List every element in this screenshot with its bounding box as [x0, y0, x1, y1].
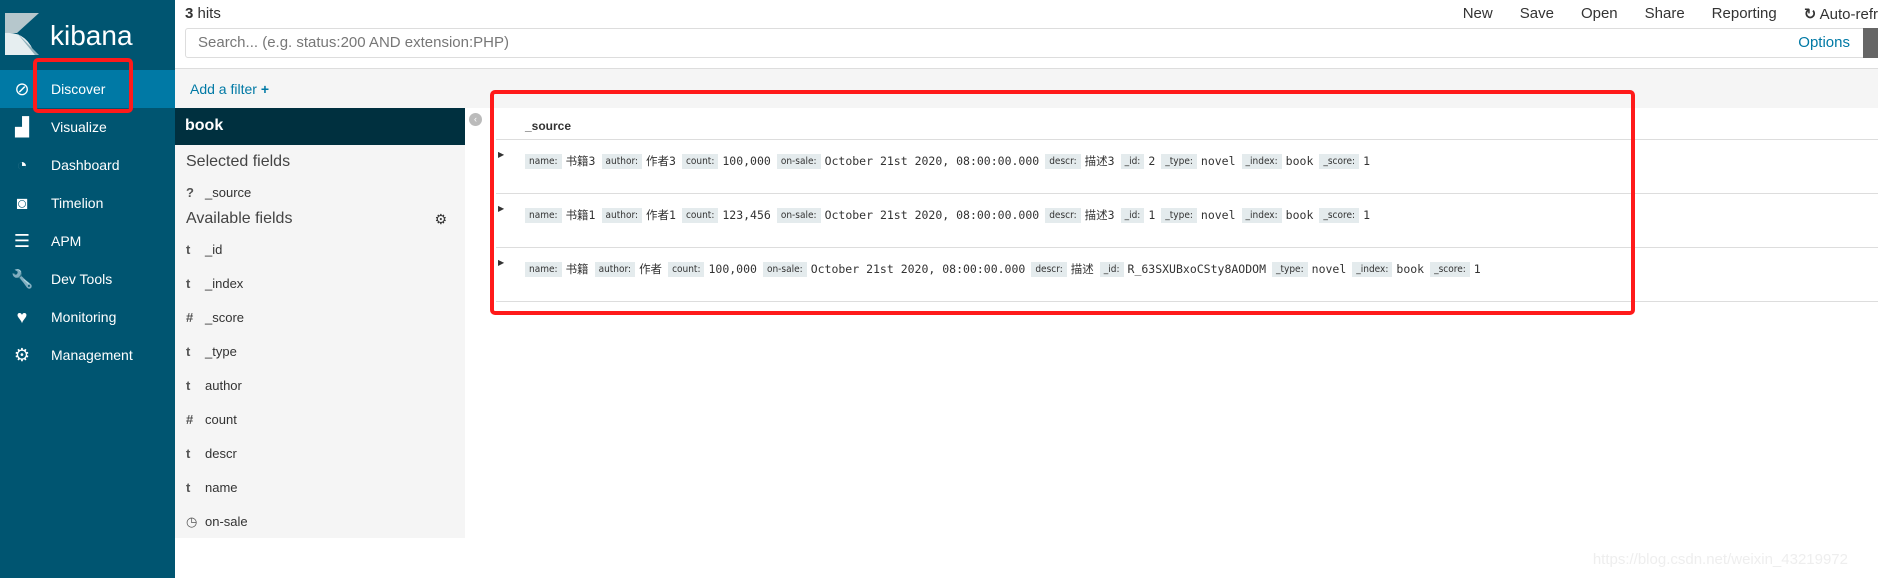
field-author[interactable]: t author	[186, 378, 242, 393]
field-name[interactable]: t name	[186, 480, 238, 495]
field-_type[interactable]: t _type	[186, 344, 237, 359]
field-name: on-sale	[205, 514, 248, 529]
field-name: _source	[205, 185, 252, 200]
field-on-sale[interactable]: ◷ on-sale	[186, 514, 248, 530]
sidebar-item-label: Visualize	[51, 119, 107, 135]
sidebar-item-dashboard[interactable]: ◔ Dashboard	[0, 146, 175, 184]
sidebar-item-visualize[interactable]: ▟ Visualize	[0, 108, 175, 146]
field-name: descr	[205, 446, 237, 461]
available-fields-title: Available fields	[186, 210, 293, 227]
sidebar-item-management[interactable]: ⚙ Management	[0, 336, 175, 374]
timelion-icon: ◙	[16, 192, 28, 213]
field-name: _score	[205, 310, 245, 325]
annotation-box	[490, 90, 1635, 315]
field-type-icon: ?	[186, 185, 194, 200]
field-name: _index	[205, 276, 244, 291]
sidebar-item-label: APM	[51, 233, 82, 249]
field-type-icon: t	[186, 480, 191, 495]
field-name: count	[205, 412, 237, 427]
field-name: _id	[205, 242, 223, 257]
field-_source[interactable]: ? _source	[186, 185, 251, 200]
menu-reporting[interactable]: Reporting	[1712, 5, 1777, 23]
gear-icon: ⚙	[13, 344, 31, 365]
sidebar-item-timelion[interactable]: ◙ Timelion	[0, 184, 175, 222]
field-type-icon: t	[186, 446, 191, 461]
top-menu: New Save Open Share Reporting ↻ Auto-refr	[1463, 5, 1878, 23]
field-count[interactable]: # count	[186, 412, 237, 427]
gear-icon[interactable]: ⚙	[434, 211, 447, 228]
add-filter-button[interactable]: Add a filter +	[190, 81, 269, 97]
heartbeat-icon: ♥	[16, 306, 28, 327]
options-button[interactable]: Options	[1798, 34, 1850, 51]
field-_index[interactable]: t _index	[186, 276, 243, 291]
sidebar-item-label: Dashboard	[51, 157, 120, 173]
sidebar-item-monitoring[interactable]: ♥ Monitoring	[0, 298, 175, 336]
plus-icon: +	[260, 81, 270, 97]
sidebar-item-label: Monitoring	[51, 309, 117, 325]
field-type-icon: t	[186, 378, 191, 393]
fields-panel: book Selected fields Available fields ⚙ …	[175, 108, 465, 538]
dashboard-icon: ◔	[16, 154, 28, 175]
search-input[interactable]: Search... (e.g. status:200 AND extension…	[185, 28, 1878, 58]
selected-fields-title: Selected fields	[186, 153, 291, 170]
field-name: _type	[205, 344, 237, 359]
wrench-icon: 🔧	[11, 268, 34, 289]
search-button[interactable]	[1863, 28, 1878, 58]
logo-text: kibana	[50, 20, 133, 51]
field-descr[interactable]: t descr	[186, 446, 237, 461]
bar-chart-icon: ▟	[15, 116, 29, 137]
menu-save[interactable]: Save	[1520, 5, 1554, 23]
field-_id[interactable]: t _id	[186, 242, 222, 257]
field-type-icon: t	[186, 242, 191, 257]
index-pattern-title[interactable]: book	[175, 108, 465, 145]
field-type-icon: #	[186, 412, 194, 427]
field-type-icon: t	[186, 344, 191, 359]
refresh-icon: ↻	[1803, 6, 1817, 23]
menu-new[interactable]: New	[1463, 5, 1493, 23]
field-type-icon: t	[186, 276, 191, 291]
field-name: author	[205, 378, 242, 393]
menu-share[interactable]: Share	[1645, 5, 1685, 23]
hits-count: 3 hits	[185, 5, 221, 22]
collapse-sidebar-icon[interactable]: ‹	[469, 113, 482, 126]
menu-open[interactable]: Open	[1581, 5, 1618, 23]
sidebar-item-apm[interactable]: ☰ APM	[0, 222, 175, 260]
sidebar-item-label: Timelion	[51, 195, 104, 211]
top-bar: 3 hits New Save Open Share Reporting ↻ Auto-r…	[175, 0, 1878, 68]
annotation-box	[33, 58, 133, 113]
sidebar-item-label: Management	[51, 347, 133, 363]
compass-icon: ⊘	[14, 78, 30, 99]
menu-auto-refr[interactable]: ↻ Auto-refr	[1804, 5, 1878, 23]
clock-icon: ◷	[186, 514, 198, 529]
watermark: https://blog.csdn.net/weixin_43219972	[1592, 551, 1848, 568]
sidebar-item-label: Dev Tools	[51, 271, 113, 287]
sidebar-item-dev-tools[interactable]: 🔧 Dev Tools	[0, 260, 175, 298]
field-name: name	[205, 480, 238, 495]
apm-icon: ☰	[13, 230, 31, 251]
field-type-icon: #	[186, 310, 194, 325]
kibana-logo[interactable]	[5, 13, 39, 55]
field-_score[interactable]: # _score	[186, 310, 244, 325]
